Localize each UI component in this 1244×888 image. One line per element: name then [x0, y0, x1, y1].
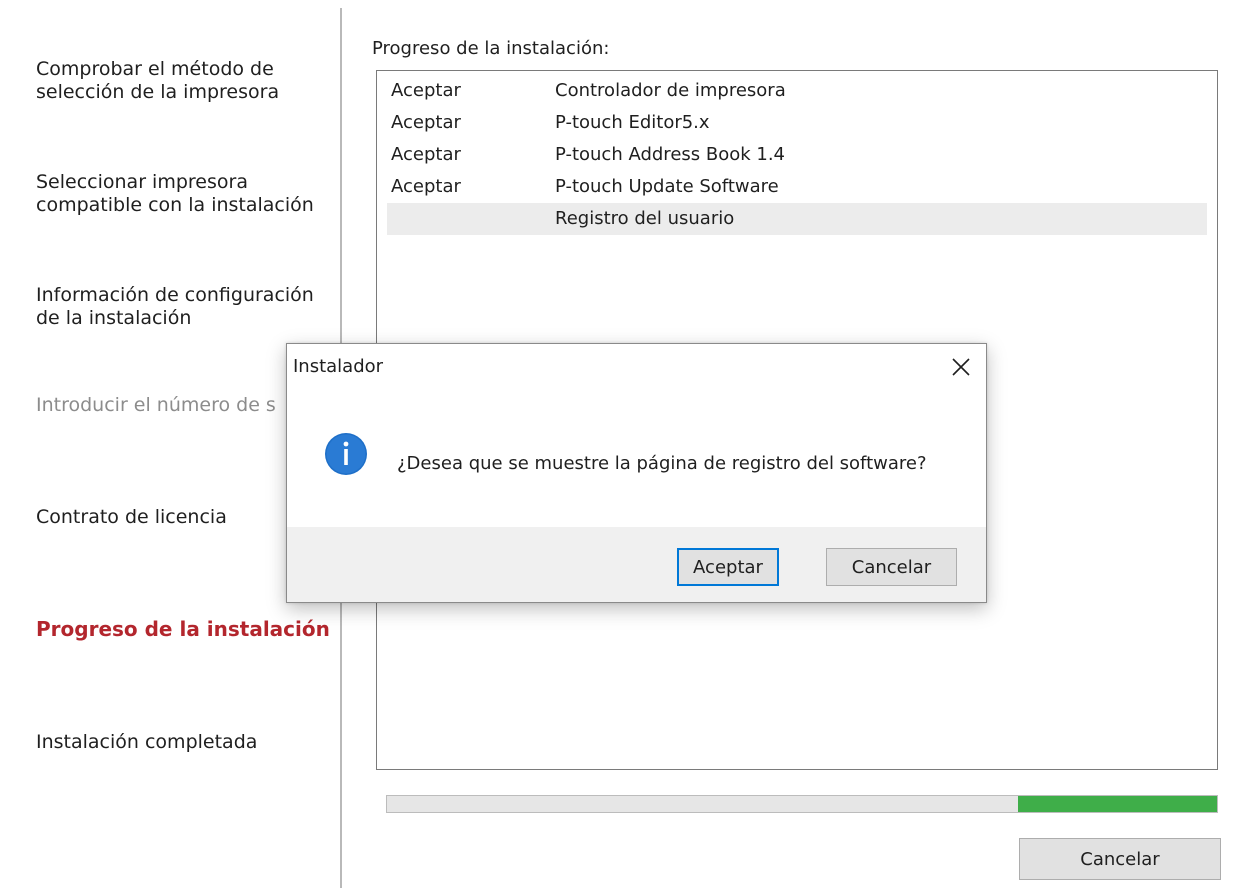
item-name: Controlador de impresora: [555, 80, 786, 101]
info-icon: [325, 433, 367, 475]
step-label: de la instalación: [36, 307, 192, 329]
dialog-message: ¿Desea que se muestre la página de regis…: [397, 453, 927, 474]
installer-dialog: Instalador ¿Desea que se muestre la pági…: [286, 343, 987, 603]
list-item[interactable]: Aceptar P-touch Update Software: [387, 171, 1207, 203]
list-item-selected[interactable]: Registro del usuario: [387, 203, 1207, 235]
dialog-footer: Aceptar Cancelar: [287, 527, 986, 602]
installation-progress-bar: [386, 795, 1218, 813]
list-item[interactable]: Aceptar Controlador de impresora: [387, 75, 1207, 107]
step-label: Comprobar el método de: [36, 58, 274, 80]
step-select-printer: Seleccionar impresora compatible con la …: [36, 171, 336, 217]
cancel-installation-button[interactable]: Cancelar: [1019, 838, 1221, 880]
item-status: Aceptar: [391, 176, 461, 197]
dialog-close-button[interactable]: [940, 348, 982, 386]
item-name: P-touch Editor5.x: [555, 112, 710, 133]
close-icon: [952, 358, 970, 376]
item-status: Aceptar: [391, 80, 461, 101]
progress-bar-fill: [1017, 796, 1217, 812]
step-label: Información de configuración: [36, 284, 314, 306]
list-item[interactable]: Aceptar P-touch Editor5.x: [387, 107, 1207, 139]
step-label: selección de la impresora: [36, 81, 280, 103]
dialog-ok-button[interactable]: Aceptar: [677, 548, 779, 586]
item-status: Aceptar: [391, 112, 461, 133]
step-setup-info: Información de configuración de la insta…: [36, 284, 336, 330]
item-name: Registro del usuario: [555, 208, 735, 229]
step-label: Seleccionar impresora: [36, 171, 248, 193]
list-item[interactable]: Aceptar P-touch Address Book 1.4: [387, 139, 1207, 171]
item-name: P-touch Update Software: [555, 176, 779, 197]
progress-heading: Progreso de la instalación:: [372, 38, 610, 59]
step-label: Progreso de la instalación: [36, 618, 330, 641]
dialog-cancel-button[interactable]: Cancelar: [826, 548, 957, 586]
item-status: Aceptar: [391, 144, 461, 165]
step-label: Instalación completada: [36, 731, 258, 753]
item-name: P-touch Address Book 1.4: [555, 144, 786, 165]
dialog-titlebar[interactable]: Instalador: [287, 344, 986, 390]
step-installation-progress-current: Progreso de la instalación: [36, 618, 336, 641]
step-label: compatible con la instalación: [36, 194, 314, 216]
step-check-printer-method: Comprobar el método de selección de la i…: [36, 58, 336, 104]
step-installation-complete: Instalación completada: [36, 731, 336, 754]
dialog-title: Instalador: [293, 356, 384, 377]
